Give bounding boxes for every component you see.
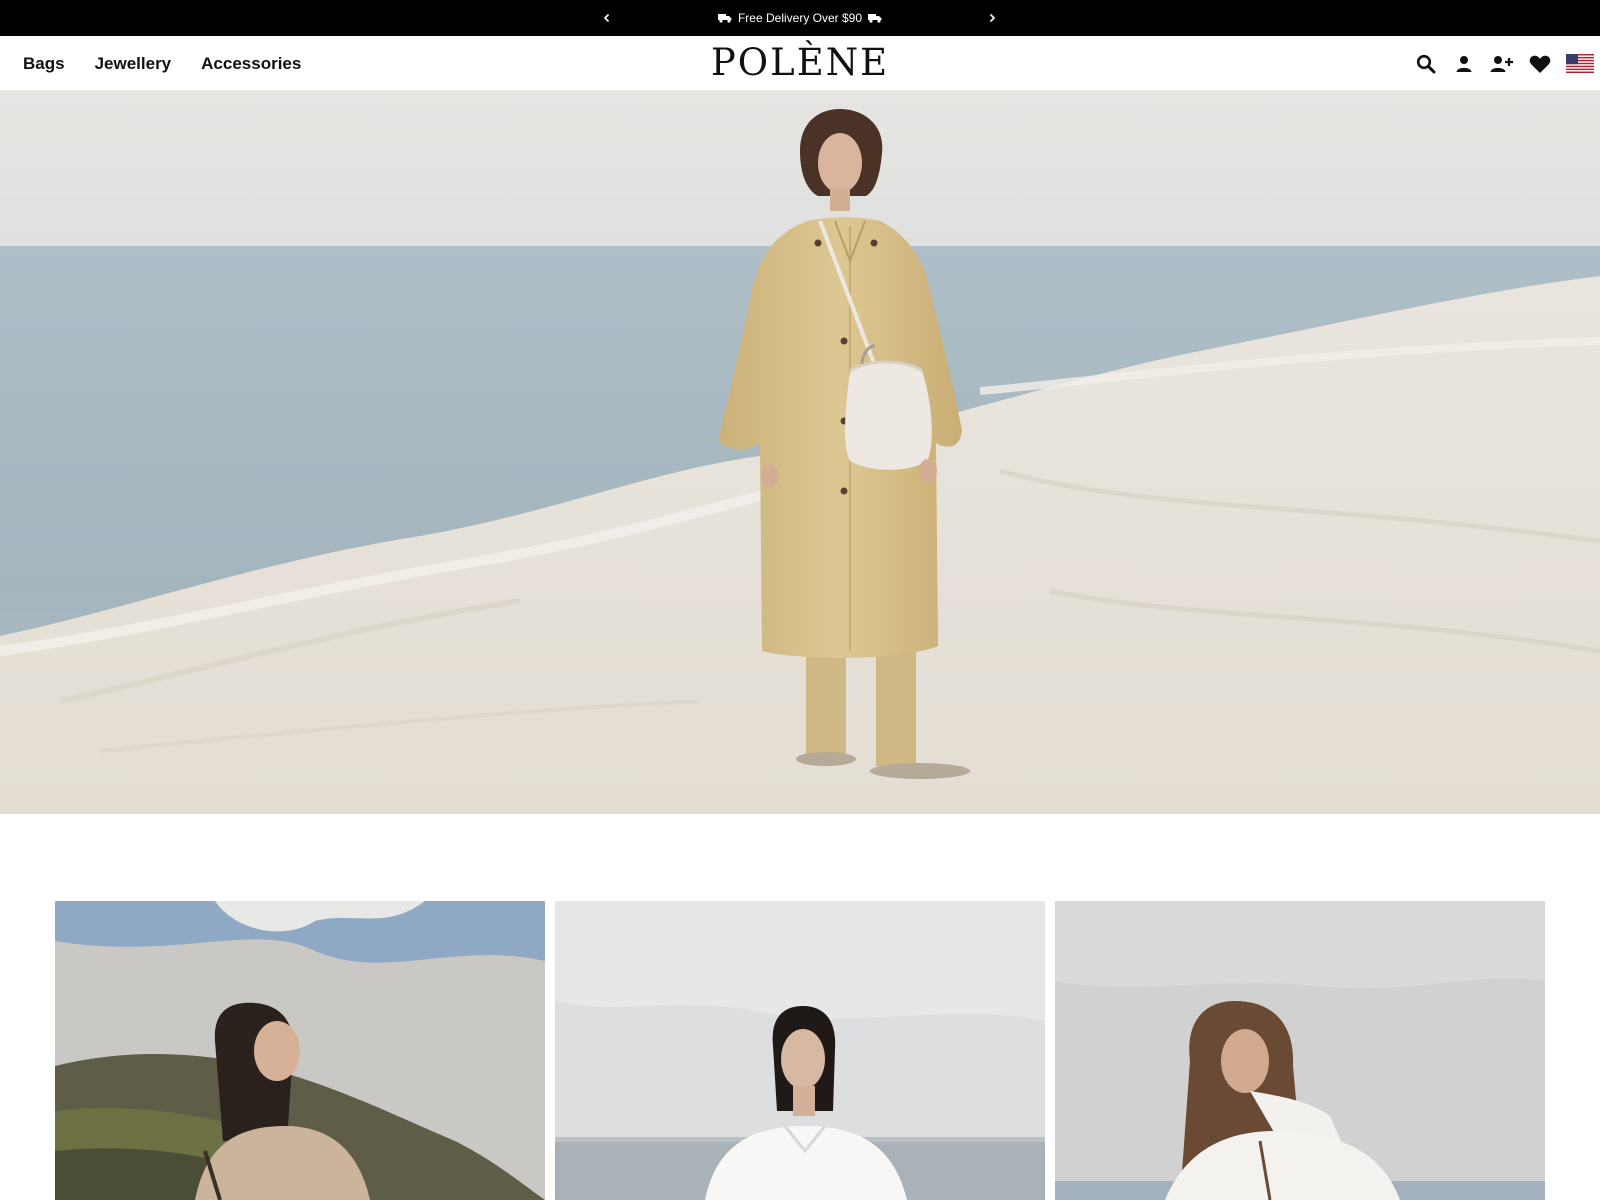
announcement-next-button[interactable] <box>980 0 1004 36</box>
header-icons <box>1414 36 1594 91</box>
announcement-bar: Free Delivery Over $90 <box>0 0 1600 36</box>
collection-image <box>55 901 545 1200</box>
announcement-message[interactable]: Free Delivery Over $90 <box>0 0 1600 36</box>
chevron-right-icon <box>989 13 996 23</box>
truck-icon <box>868 14 882 23</box>
brand-logo[interactable]: POLÈNE <box>690 44 910 81</box>
add-user-icon <box>1490 55 1513 72</box>
nav-item-jewellery[interactable]: Jewellery <box>95 54 172 74</box>
collection-image <box>555 901 1045 1200</box>
hero-banner[interactable] <box>0 91 1600 814</box>
wishlist-button[interactable] <box>1528 52 1552 76</box>
collection-tile[interactable] <box>555 901 1045 1200</box>
collection-tile[interactable] <box>55 901 545 1200</box>
register-button[interactable] <box>1490 52 1514 76</box>
nav-item-bags[interactable]: Bags <box>23 54 65 74</box>
search-button[interactable] <box>1414 52 1438 76</box>
wishlist-heart-icon <box>1529 55 1551 73</box>
collection-grid <box>55 901 1545 1200</box>
country-selector[interactable] <box>1566 52 1594 76</box>
collection-tile[interactable] <box>1055 901 1545 1200</box>
main-nav: Bags Jewellery Accessories <box>23 36 301 91</box>
account-icon <box>1456 55 1472 72</box>
account-button[interactable] <box>1452 52 1476 76</box>
nav-item-accessories[interactable]: Accessories <box>201 54 301 74</box>
hero-image <box>0 91 1600 814</box>
collection-image <box>1055 901 1545 1200</box>
site-header: Bags Jewellery Accessories POLÈNE <box>0 36 1600 91</box>
us-flag-icon <box>1566 54 1594 73</box>
announcement-text: Free Delivery Over $90 <box>737 11 863 25</box>
search-icon <box>1416 54 1436 73</box>
truck-icon <box>717 14 732 23</box>
